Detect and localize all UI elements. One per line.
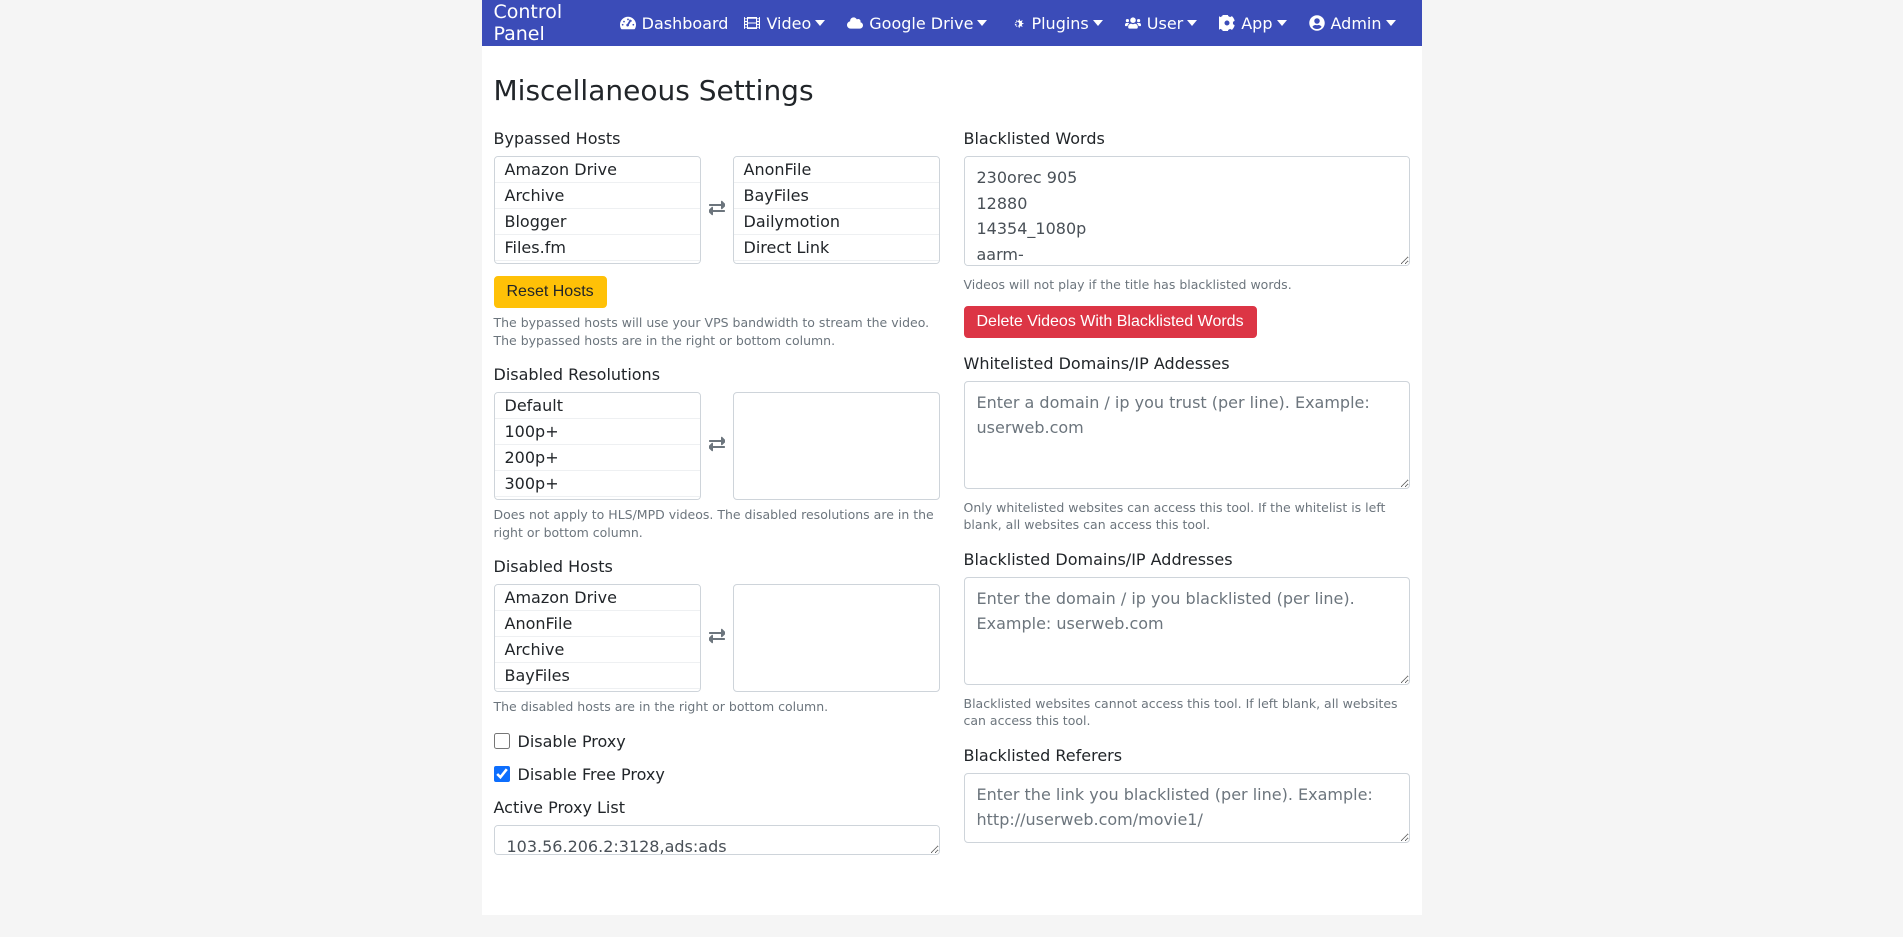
nav-app[interactable]: App bbox=[1211, 0, 1300, 46]
swap-icon[interactable] bbox=[709, 436, 725, 456]
gear-icon bbox=[1219, 15, 1235, 31]
list-item[interactable]: Amazon Drive bbox=[495, 585, 700, 611]
bypassed-hosts-help: The bypassed hosts will use your VPS ban… bbox=[494, 314, 940, 349]
reset-hosts-button[interactable]: Reset Hosts bbox=[494, 276, 607, 308]
page-title: Miscellaneous Settings bbox=[494, 74, 1410, 107]
list-item[interactable]: Blogger bbox=[495, 209, 700, 235]
user-circle-icon bbox=[1309, 15, 1325, 31]
list-item[interactable]: Direct Link bbox=[734, 235, 939, 261]
disabled-hosts-label: Disabled Hosts bbox=[494, 557, 940, 576]
film-icon bbox=[744, 15, 760, 31]
list-item[interactable]: DoodStream bbox=[734, 261, 939, 264]
blacklist-referers-textarea[interactable] bbox=[964, 773, 1410, 843]
nav-label: Dashboard bbox=[642, 14, 729, 33]
disabled-res-help: Does not apply to HLS/MPD videos. The di… bbox=[494, 506, 940, 541]
nav-video[interactable]: Video bbox=[736, 0, 839, 46]
blacklist-domains-textarea[interactable] bbox=[964, 577, 1410, 685]
active-proxy-label: Active Proxy List bbox=[494, 798, 940, 817]
swap-icon[interactable] bbox=[709, 628, 725, 648]
disabled-hosts-help: The disabled hosts are in the right or b… bbox=[494, 698, 940, 716]
bypassed-hosts-right-list[interactable]: AnonFileBayFilesDailymotionDirect LinkDo… bbox=[733, 156, 940, 264]
nav-drive[interactable]: Google Drive bbox=[839, 0, 1001, 46]
disabled-res-right-list[interactable] bbox=[733, 392, 940, 500]
delete-blacklisted-button[interactable]: Delete Videos With Blacklisted Words bbox=[964, 306, 1257, 338]
blacklist-domains-help: Blacklisted websites cannot access this … bbox=[964, 695, 1410, 730]
blacklist-referers-label: Blacklisted Referers bbox=[964, 746, 1410, 765]
list-item[interactable]: Archive bbox=[495, 183, 700, 209]
chevron-down-icon bbox=[1277, 18, 1287, 28]
bypassed-hosts-label: Bypassed Hosts bbox=[494, 129, 940, 148]
list-item[interactable]: AnonFile bbox=[495, 611, 700, 637]
disable-proxy-label[interactable]: Disable Proxy bbox=[518, 732, 626, 751]
blacklisted-words-help: Videos will not play if the title has bl… bbox=[964, 276, 1410, 294]
bypassed-hosts-left-list[interactable]: Amazon DriveArchiveBloggerFiles.fmGoogle… bbox=[494, 156, 701, 264]
list-item[interactable]: Files.fm bbox=[495, 235, 700, 261]
disabled-res-label: Disabled Resolutions bbox=[494, 365, 940, 384]
disable-free-proxy-checkbox[interactable] bbox=[494, 766, 510, 782]
nav-admin[interactable]: Admin bbox=[1301, 0, 1410, 46]
list-item[interactable]: BayFiles bbox=[495, 663, 700, 689]
navbar: Control Panel Dashboard Video Google Dri… bbox=[482, 0, 1422, 46]
list-item[interactable]: Amazon Drive bbox=[495, 157, 700, 183]
nav-label: Admin bbox=[1331, 14, 1382, 33]
nav-user[interactable]: User bbox=[1117, 0, 1211, 46]
whitelist-label: Whitelisted Domains/IP Addesses bbox=[964, 354, 1410, 373]
nav-dashboard[interactable]: Dashboard bbox=[612, 0, 737, 46]
list-item[interactable]: 100p+ bbox=[495, 419, 700, 445]
list-item[interactable]: Blogger bbox=[495, 689, 700, 692]
users-icon bbox=[1125, 15, 1141, 31]
brand[interactable]: Control Panel bbox=[494, 1, 596, 45]
disabled-hosts-left-list[interactable]: Amazon DriveAnonFileArchiveBayFilesBlogg… bbox=[494, 584, 701, 692]
list-item[interactable]: 300p+ bbox=[495, 471, 700, 497]
list-item[interactable]: BayFiles bbox=[734, 183, 939, 209]
list-item[interactable]: Google Photos bbox=[495, 261, 700, 264]
chevron-down-icon bbox=[815, 18, 825, 28]
whitelist-textarea[interactable] bbox=[964, 381, 1410, 489]
nav-label: Plugins bbox=[1031, 14, 1088, 33]
nav-plugins[interactable]: Plugins bbox=[1001, 0, 1116, 46]
tachometer-icon bbox=[620, 15, 636, 31]
chevron-down-icon bbox=[1187, 18, 1197, 28]
blacklisted-words-label: Blacklisted Words bbox=[964, 129, 1410, 148]
disabled-res-left-list[interactable]: Default100p+200p+300p+400p+ bbox=[494, 392, 701, 500]
nav-label: Video bbox=[766, 14, 811, 33]
chevron-down-icon bbox=[977, 18, 987, 28]
whitelist-help: Only whitelisted websites can access thi… bbox=[964, 499, 1410, 534]
list-item[interactable]: 400p+ bbox=[495, 497, 700, 500]
blacklisted-words-textarea[interactable] bbox=[964, 156, 1410, 266]
list-item[interactable]: 200p+ bbox=[495, 445, 700, 471]
chevron-down-icon bbox=[1093, 18, 1103, 28]
nav-label: User bbox=[1147, 14, 1183, 33]
swap-icon[interactable] bbox=[709, 200, 725, 220]
plug-icon bbox=[1009, 15, 1025, 31]
nav-label: App bbox=[1241, 14, 1272, 33]
nav-label: Google Drive bbox=[869, 14, 973, 33]
list-item[interactable]: Dailymotion bbox=[734, 209, 939, 235]
list-item[interactable]: AnonFile bbox=[734, 157, 939, 183]
list-item[interactable]: Default bbox=[495, 393, 700, 419]
active-proxy-textarea[interactable] bbox=[494, 825, 940, 855]
chevron-down-icon bbox=[1386, 18, 1396, 28]
disabled-hosts-right-list[interactable] bbox=[733, 584, 940, 692]
cloud-icon bbox=[847, 15, 863, 31]
disable-free-proxy-label[interactable]: Disable Free Proxy bbox=[518, 765, 665, 784]
list-item[interactable]: Archive bbox=[495, 637, 700, 663]
disable-proxy-checkbox[interactable] bbox=[494, 733, 510, 749]
blacklist-domains-label: Blacklisted Domains/IP Addresses bbox=[964, 550, 1410, 569]
